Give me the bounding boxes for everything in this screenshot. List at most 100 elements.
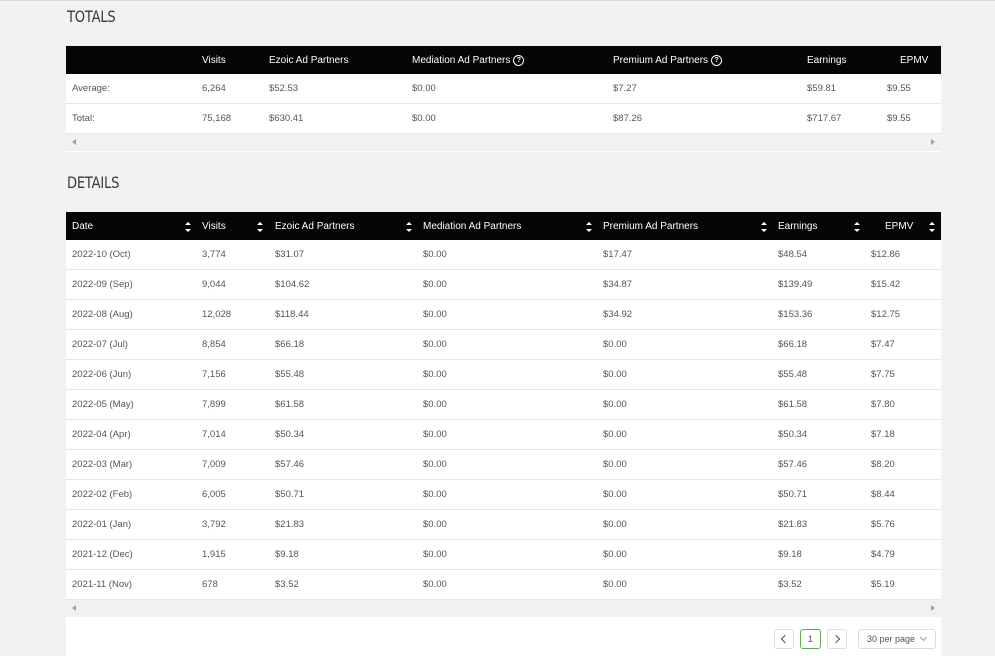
- premium-cell: $34.87: [603, 279, 633, 290]
- prev-page-button[interactable]: [774, 629, 794, 649]
- column-header-ezoic[interactable]: Ezoic Ad Partners: [275, 212, 354, 240]
- premium-cell: $0.00: [603, 459, 627, 470]
- per-page-select[interactable]: 30 per page: [858, 629, 936, 649]
- totals-cell: Total:: [72, 113, 95, 124]
- totals-cell: $9.55: [887, 113, 911, 124]
- epmv-cell: $7.18: [871, 429, 895, 440]
- epmv-cell: $12.86: [871, 249, 901, 260]
- totals-cell: $630.41: [269, 113, 304, 124]
- mediation-cell: $0.00: [423, 369, 447, 380]
- column-header-earnings[interactable]: Earnings: [778, 212, 817, 240]
- totals-title: TOTALS: [67, 7, 116, 26]
- totals-cell: $87.26: [613, 113, 643, 124]
- table-row: 2021-12 (Dec) 1,915 $9.18 $0.00 $0.00 $9…: [66, 540, 941, 570]
- details-header: Date Visits Ezoic Ad Partners Mediation …: [66, 212, 941, 240]
- column-header-date[interactable]: Date: [72, 212, 93, 240]
- ezoic-cell: $61.58: [275, 399, 305, 410]
- visits-cell: 7,156: [202, 369, 226, 380]
- mediation-cell: $0.00: [423, 279, 447, 290]
- date-cell: 2021-12 (Dec): [72, 549, 133, 560]
- visits-cell: 3,792: [202, 519, 226, 530]
- earnings-cell: $50.71: [778, 489, 808, 500]
- sort-icon[interactable]: [761, 221, 767, 233]
- table-row: 2022-02 (Feb) 6,005 $50.71 $0.00 $0.00 $…: [66, 480, 941, 510]
- ezoic-cell: $9.18: [275, 549, 299, 560]
- totals-header-epmv: EPMV: [900, 54, 929, 66]
- sort-icon[interactable]: [929, 221, 935, 233]
- question-circle-icon[interactable]: ?: [513, 54, 525, 66]
- scroll-left-icon[interactable]: [72, 139, 76, 145]
- ezoic-cell: $50.71: [275, 489, 305, 500]
- date-cell: 2022-03 (Mar): [72, 459, 133, 470]
- visits-cell: 7,899: [202, 399, 226, 410]
- table-row: 2022-04 (Apr) 7,014 $50.34 $0.00 $0.00 $…: [66, 420, 941, 450]
- premium-cell: $0.00: [603, 489, 627, 500]
- mediation-cell: $0.00: [423, 519, 447, 530]
- visits-cell: 7,014: [202, 429, 226, 440]
- sort-icon[interactable]: [185, 221, 191, 233]
- earnings-cell: $50.34: [778, 429, 808, 440]
- earnings-cell: $57.46: [778, 459, 808, 470]
- mediation-cell: $0.00: [423, 399, 447, 410]
- totals-cell: $0.00: [412, 83, 436, 94]
- epmv-cell: $4.79: [871, 549, 895, 560]
- question-circle-icon[interactable]: ?: [711, 54, 723, 66]
- totals-cell: Average:: [72, 83, 110, 94]
- totals-cell: $7.27: [613, 83, 637, 94]
- epmv-cell: $7.75: [871, 369, 895, 380]
- premium-cell: $0.00: [603, 399, 627, 410]
- page-1-button[interactable]: 1: [800, 629, 821, 649]
- epmv-cell: $8.44: [871, 489, 895, 500]
- visits-cell: 678: [202, 579, 218, 590]
- column-header-epmv[interactable]: EPMV: [885, 212, 913, 240]
- ezoic-cell: $50.34: [275, 429, 305, 440]
- mediation-cell: $0.00: [423, 489, 447, 500]
- date-cell: 2022-04 (Apr): [72, 429, 131, 440]
- date-cell: 2022-07 (Jul): [72, 339, 128, 350]
- visits-cell: 7,009: [202, 459, 226, 470]
- totals-header-visits: Visits: [202, 54, 226, 66]
- table-row: 2022-06 (Jun) 7,156 $55.48 $0.00 $0.00 $…: [66, 360, 941, 390]
- date-cell: 2022-02 (Feb): [72, 489, 133, 500]
- premium-cell: $0.00: [603, 339, 627, 350]
- table-row: 2021-11 (Nov) 678 $3.52 $0.00 $0.00 $3.5…: [66, 570, 941, 600]
- scroll-right-icon[interactable]: [931, 139, 935, 145]
- ezoic-cell: $118.44: [275, 309, 309, 320]
- mediation-cell: $0.00: [423, 429, 447, 440]
- date-cell: 2022-06 (Jun): [72, 369, 132, 380]
- chevron-down-icon: [920, 633, 928, 642]
- date-cell: 2022-10 (Oct): [72, 249, 131, 260]
- premium-cell: $0.00: [603, 579, 627, 590]
- epmv-cell: $5.19: [871, 579, 895, 590]
- earnings-cell: $139.49: [778, 279, 813, 290]
- totals-table: Visits Ezoic Ad Partners Mediation Ad Pa…: [66, 46, 941, 152]
- column-header-premium[interactable]: Premium Ad Partners: [603, 212, 698, 240]
- table-row: 2022-08 (Aug) 12,028 $118.44 $0.00 $34.9…: [66, 300, 941, 330]
- column-header-visits[interactable]: Visits: [202, 212, 226, 240]
- date-cell: 2022-08 (Aug): [72, 309, 133, 320]
- column-header-mediation[interactable]: Mediation Ad Partners: [423, 212, 521, 240]
- sort-icon[interactable]: [854, 221, 860, 233]
- earnings-cell: $55.48: [778, 369, 808, 380]
- sort-icon[interactable]: [586, 221, 592, 233]
- totals-horizontal-scrollbar[interactable]: [66, 134, 941, 151]
- top-divider: [0, 0, 995, 1]
- totals-cell: $9.55: [887, 83, 911, 94]
- visits-cell: 1,915: [202, 549, 226, 560]
- ezoic-cell: $3.52: [275, 579, 299, 590]
- date-cell: 2022-05 (May): [72, 399, 134, 410]
- scroll-left-icon[interactable]: [72, 605, 76, 611]
- visits-cell: 12,028: [202, 309, 232, 320]
- totals-header-earnings: Earnings: [807, 54, 847, 66]
- totals-header-mediation-label: Mediation Ad Partners: [412, 54, 511, 66]
- earnings-cell: $3.52: [778, 579, 802, 590]
- scroll-right-icon[interactable]: [931, 605, 935, 611]
- sort-icon[interactable]: [406, 221, 412, 233]
- totals-cell: $717.67: [807, 113, 842, 124]
- sort-icon[interactable]: [257, 221, 263, 233]
- next-page-button[interactable]: [827, 629, 847, 649]
- details-horizontal-scrollbar[interactable]: [66, 600, 941, 617]
- earnings-cell: $48.54: [778, 249, 808, 260]
- table-row: Average: 6,264 $52.53 $0.00 $7.27 $59.81…: [66, 74, 941, 104]
- date-cell: 2022-01 (Jan): [72, 519, 132, 530]
